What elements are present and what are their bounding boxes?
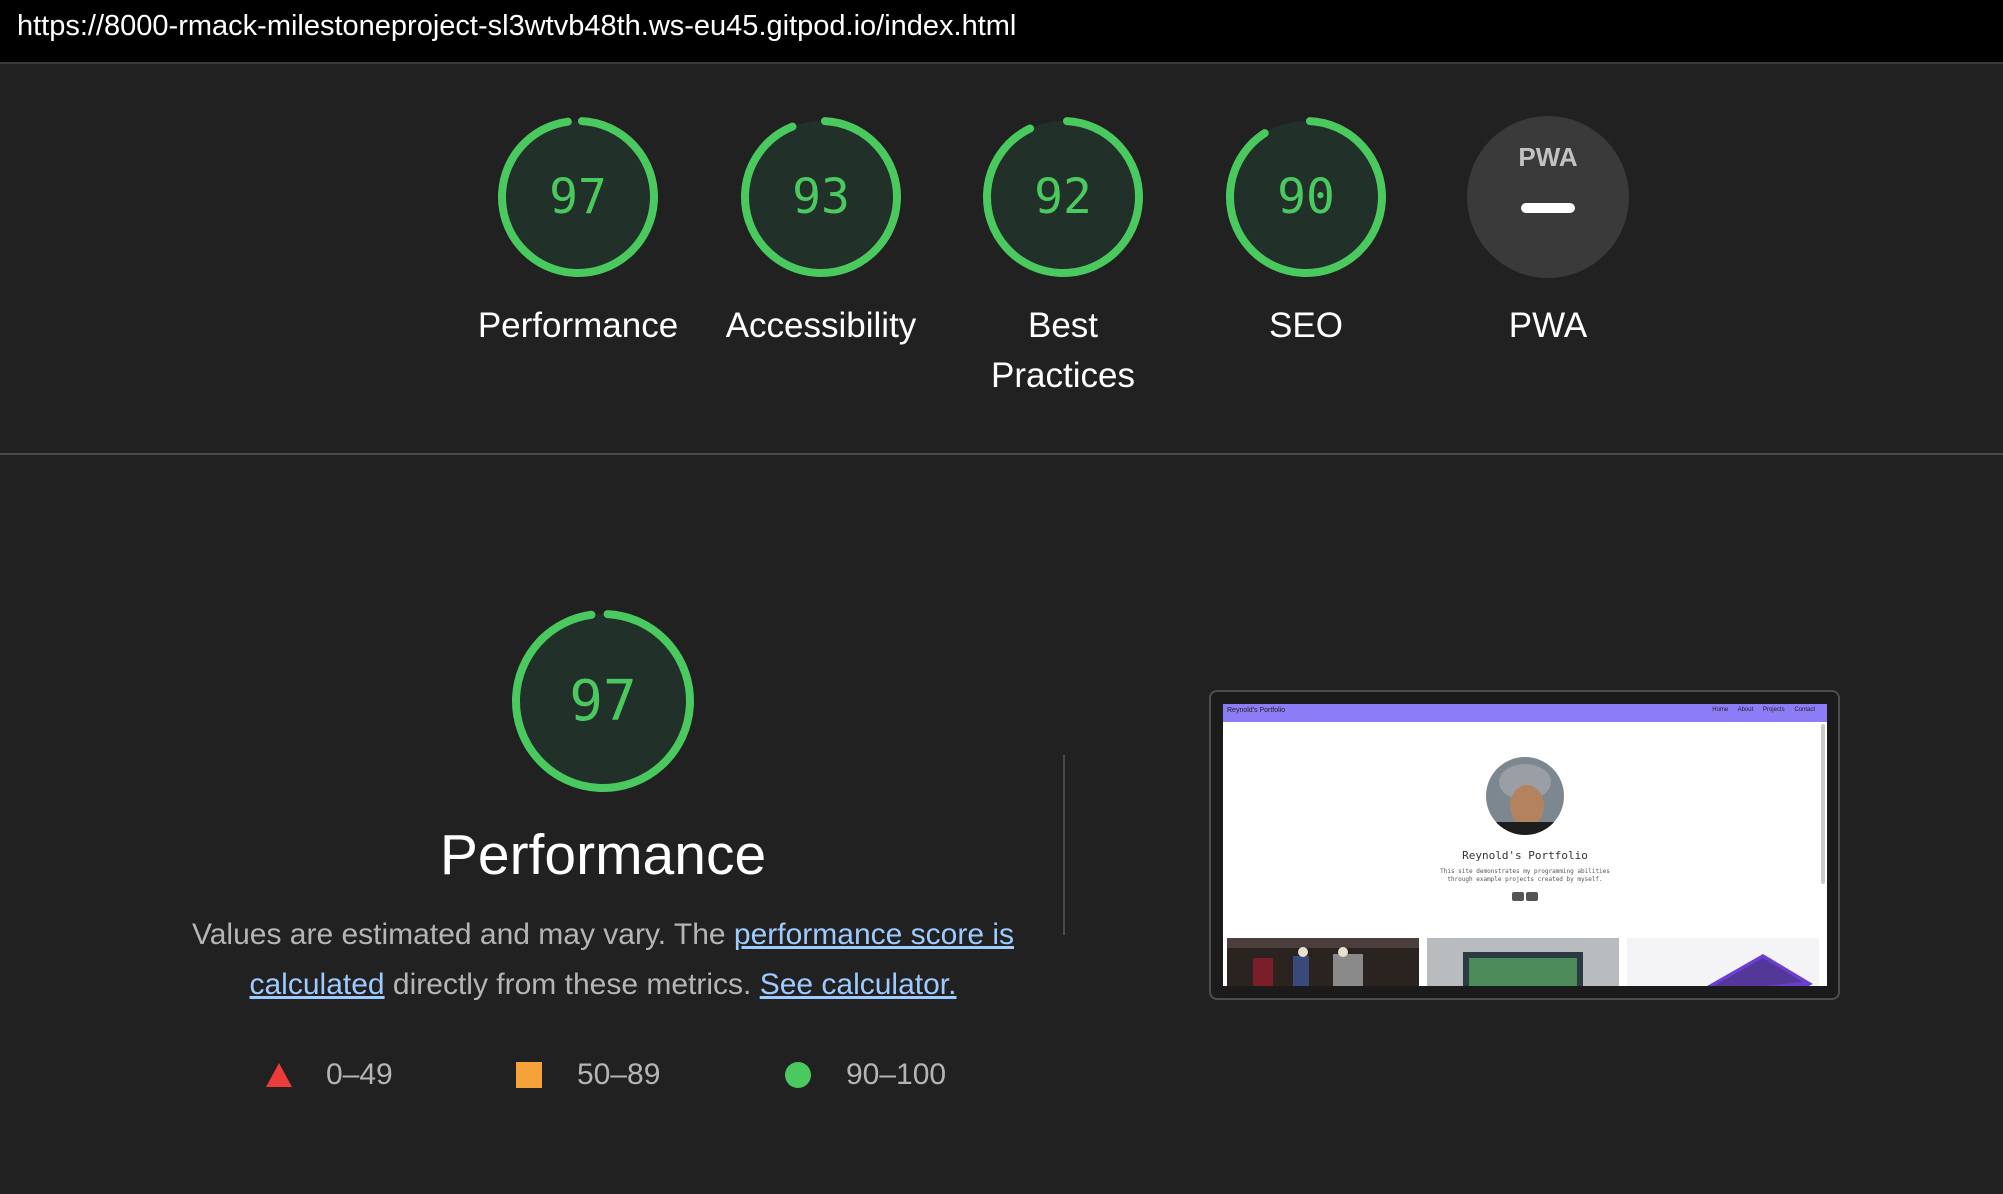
screenshot-social-button	[1526, 892, 1538, 901]
screenshot-navbar: Reynold's Portfolio Home About Projects …	[1223, 704, 1827, 722]
legend-range: 0–49	[326, 1058, 393, 1091]
score-ring-icon: 93	[741, 116, 901, 277]
category-gauges: 97 Performance 93 Accessibility 92 Best …	[0, 64, 2003, 454]
description-text: Values are estimated and may vary. The	[191, 918, 734, 951]
gauge-label: PWA	[1508, 306, 1588, 345]
triangle-icon	[266, 1063, 292, 1087]
gauge-best-practices[interactable]: 92 Best Practices	[943, 64, 1183, 401]
screenshot-project-cards	[1227, 938, 1819, 986]
pwa-badge-icon: PWA	[1467, 116, 1629, 278]
avatar	[1486, 757, 1564, 835]
screenshot-subtitle: This site demonstrates my programming ab…	[1223, 868, 1827, 884]
final-screenshot[interactable]: Reynold's Portfolio Home About Projects …	[1209, 690, 1840, 1000]
performance-title: Performance	[439, 823, 767, 887]
screenshot-nav-link: Projects	[1762, 707, 1785, 713]
screenshot-heading: Reynold's Portfolio	[1462, 849, 1588, 862]
legend-range: 50–89	[577, 1058, 661, 1091]
url-bar[interactable]: https://8000-rmack-milestoneproject-sl3w…	[0, 0, 2003, 64]
gauge-label: SEO	[1269, 306, 1343, 345]
gauge-seo[interactable]: 90 SEO	[1186, 64, 1426, 351]
performance-score: 97	[569, 669, 636, 734]
gauge-score: 90	[1277, 169, 1335, 225]
performance-description: Values are estimated and may vary. The p…	[190, 910, 1016, 1010]
description-text: directly from these metrics.	[384, 968, 760, 1001]
score-ring-icon: 90	[1226, 116, 1386, 277]
score-ring-icon: 92	[983, 116, 1143, 277]
screenshot-nav-link: Home	[1712, 707, 1729, 713]
gauge-label: Best Practices	[991, 306, 1135, 395]
gauge-label: Accessibility	[725, 306, 917, 345]
screenshot-subtitle-line: through example projects created by myse…	[1447, 876, 1603, 883]
legend-range: 90–100	[846, 1058, 947, 1091]
screenshot-nav-links: Home About Projects Contact	[1712, 707, 1815, 713]
square-icon	[516, 1062, 542, 1088]
pwa-badge-text: PWA	[1518, 142, 1577, 172]
gauge-score: 97	[549, 169, 607, 225]
screenshot-nav-link: Contact	[1794, 707, 1815, 713]
screenshot-brand: Reynold's Portfolio	[1227, 707, 1286, 714]
gauge-label: Performance	[477, 306, 679, 345]
screenshot-nav-link: About	[1737, 707, 1754, 713]
vertical-divider	[1063, 755, 1065, 935]
screenshot-page: Reynold's Portfolio Home About Projects …	[1223, 704, 1827, 986]
gauge-performance[interactable]: 97 Performance	[458, 64, 698, 351]
section-divider	[0, 453, 2003, 455]
gauge-score: 92	[1034, 169, 1092, 225]
score-ring-icon: 97	[498, 116, 658, 277]
see-calculator-link[interactable]: See calculator.	[760, 968, 957, 1001]
screenshot-subtitle-line: This site demonstrates my programming ab…	[1440, 868, 1610, 875]
gauge-accessibility[interactable]: 93 Accessibility	[701, 64, 941, 351]
gauge-pwa[interactable]: PWA PWA	[1428, 64, 1668, 351]
url-text: https://8000-rmack-milestoneproject-sl3w…	[17, 10, 1017, 42]
performance-score-gauge: 97	[512, 610, 694, 792]
gauge-score: 93	[792, 169, 850, 225]
screenshot-social-button	[1512, 892, 1524, 901]
circle-icon	[785, 1062, 811, 1088]
